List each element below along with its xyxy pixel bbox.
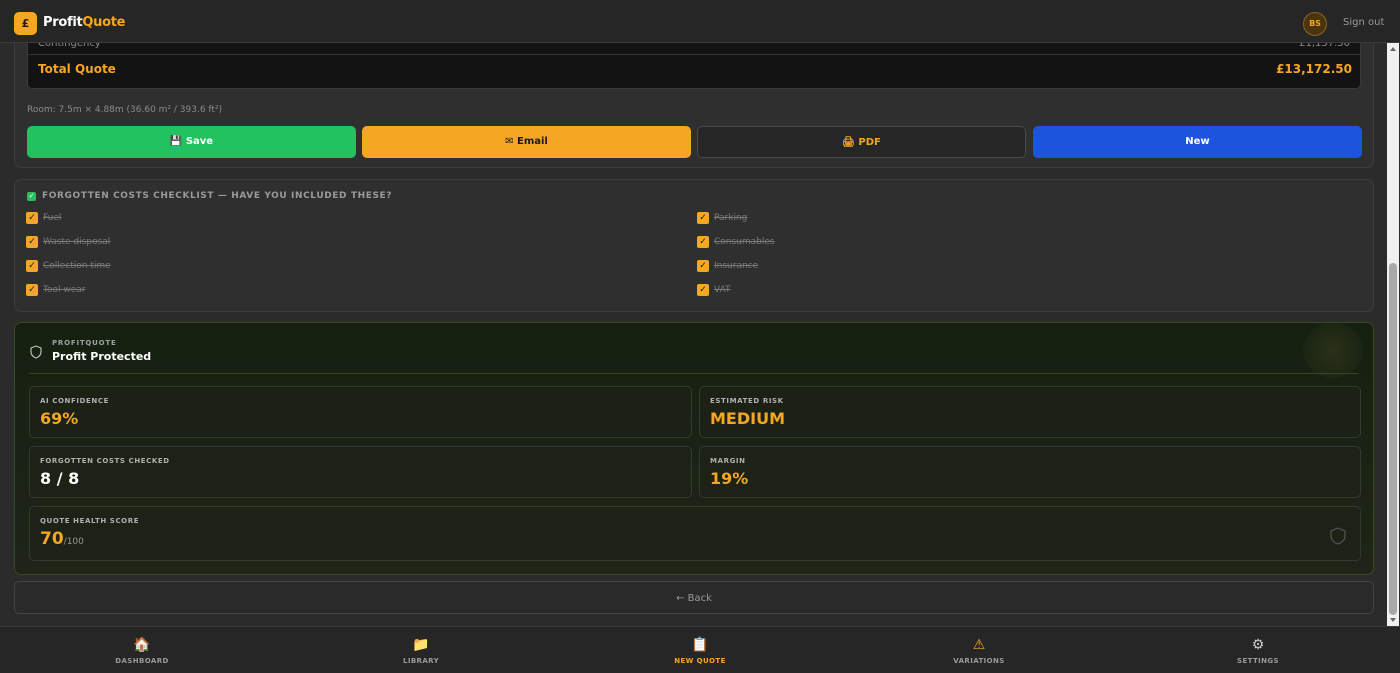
logo-text-accent: Quote [82, 15, 126, 30]
nav-item-new-quote[interactable]: 📋 NEW QUOTE [560, 627, 840, 673]
printer-icon: 🖨 [842, 137, 855, 148]
checklist-title: FORGOTTEN COSTS CHECKLIST — HAVE YOU INC… [42, 191, 393, 201]
metric-value: 69% [40, 409, 79, 428]
new-label: New [1185, 136, 1210, 147]
nav-item-dashboard[interactable]: 🏠 DASHBOARD [2, 627, 282, 673]
room-info: Room: 7.5m × 4.88m (36.60 m² / 393.6 ft²… [27, 105, 223, 115]
checkbox-checked-icon[interactable]: ✓ [26, 260, 38, 272]
sign-out-link[interactable]: Sign out [1343, 17, 1384, 28]
scroll-down-arrow-icon[interactable] [1390, 618, 1396, 622]
new-quote-button[interactable]: New [1033, 126, 1362, 158]
bottom-nav: 🏠 DASHBOARD 📁 LIBRARY 📋 NEW QUOTE ⚠ VARI… [0, 626, 1400, 673]
decorative-glow [1303, 323, 1363, 378]
app-logo[interactable]: ProfitQuote [43, 15, 125, 30]
nav-label: DASHBOARD [115, 657, 169, 665]
gear-icon: ⚙ [1251, 637, 1265, 653]
checkbox-checked-icon[interactable]: ✓ [697, 236, 709, 248]
quote-summary-card: Contingency £1,157.50 Total Quote £13,17… [14, 30, 1374, 168]
divider [28, 54, 1360, 55]
save-button[interactable]: 💾 Save [27, 126, 356, 158]
clipboard-icon: 📋 [691, 637, 709, 653]
back-button[interactable]: ← Back [14, 581, 1374, 614]
pdf-button[interactable]: 🖨 PDF [697, 126, 1026, 158]
profit-protected-card: PROFITQUOTE Profit Protected AI CONFIDEN… [14, 322, 1374, 575]
metric-label: FORGOTTEN COSTS CHECKED [40, 457, 170, 465]
nav-item-settings[interactable]: ⚙ SETTINGS [1118, 627, 1398, 673]
total-quote-label: Total Quote [38, 62, 116, 76]
house-icon: 🏠 [133, 637, 151, 653]
checklist-item-label: Collection time [43, 261, 111, 271]
nav-item-library[interactable]: 📁 LIBRARY [281, 627, 561, 673]
estimated-risk-metric: ESTIMATED RISK MEDIUM [699, 386, 1361, 438]
shield-icon [1330, 527, 1346, 545]
metric-value: 8 / 8 [40, 469, 80, 488]
pdf-label: PDF [858, 137, 881, 148]
nav-label: VARIATIONS [953, 657, 1005, 665]
logo-text-primary: Profit [43, 15, 83, 30]
scroll-up-arrow-icon[interactable] [1390, 47, 1396, 51]
warning-icon: ⚠ [972, 637, 986, 653]
save-icon: 💾 [169, 136, 183, 147]
health-score: 70/100 [40, 529, 84, 549]
margin-metric: MARGIN 19% [699, 446, 1361, 498]
metric-value: 19% [710, 469, 749, 488]
health-score-value: 70 [40, 529, 64, 549]
total-quote-value: £13,172.50 [1276, 62, 1352, 76]
checklist-item-label: VAT [714, 285, 731, 295]
checkbox-checked-icon[interactable]: ✓ [26, 212, 38, 224]
checklist-item-label: Waste disposal [43, 237, 111, 247]
checklist-item-label: Fuel [43, 213, 62, 223]
checkbox-checked-icon[interactable]: ✓ [26, 284, 38, 296]
forgotten-costs-metric: FORGOTTEN COSTS CHECKED 8 / 8 [29, 446, 692, 498]
metric-label: MARGIN [710, 457, 746, 465]
checkbox-checked-icon[interactable]: ✓ [697, 260, 709, 272]
metric-label: QUOTE HEALTH SCORE [40, 517, 140, 525]
nav-label: LIBRARY [402, 657, 440, 665]
metric-label: ESTIMATED RISK [710, 397, 784, 405]
nav-label: SETTINGS [1237, 657, 1279, 665]
forgotten-costs-checklist: ✓ FORGOTTEN COSTS CHECKLIST — HAVE YOU I… [14, 179, 1374, 312]
checklist-item-label: Parking [714, 213, 748, 223]
metric-value: MEDIUM [710, 409, 785, 428]
email-button[interactable]: ✉ Email [362, 126, 691, 158]
divider [29, 373, 1359, 374]
ai-confidence-metric: AI CONFIDENCE 69% [29, 386, 692, 438]
checkbox-checked-icon[interactable]: ✓ [697, 212, 709, 224]
checklist-item-label: Insurance [714, 261, 759, 271]
scroll-thumb[interactable] [1389, 263, 1397, 615]
shield-icon [30, 345, 42, 359]
email-icon: ✉ [505, 136, 514, 147]
health-score-max: /100 [63, 537, 84, 547]
email-label: Email [517, 136, 548, 147]
metric-label: AI CONFIDENCE [40, 397, 109, 405]
folder-icon: 📁 [412, 637, 430, 653]
checklist-item-label: Tool wear [43, 285, 86, 295]
checkbox-checked-icon[interactable]: ✓ [26, 236, 38, 248]
avatar[interactable]: BS [1303, 12, 1327, 36]
quote-health-score-metric: QUOTE HEALTH SCORE 70/100 [29, 506, 1361, 561]
scrollbar[interactable] [1387, 43, 1399, 626]
save-label: Save [185, 136, 214, 147]
checkbox-checked-icon[interactable]: ✓ [697, 284, 709, 296]
card-kicker: PROFITQUOTE [52, 339, 117, 347]
nav-item-variations[interactable]: ⚠ VARIATIONS [839, 627, 1119, 673]
check-icon: ✓ [27, 192, 36, 201]
card-title: Profit Protected [52, 350, 152, 363]
checklist-item-label: Consumables [714, 237, 775, 247]
logo-icon[interactable]: £ [14, 12, 37, 35]
nav-label: NEW QUOTE [674, 657, 726, 665]
top-bar: £ ProfitQuote BS Sign out [0, 0, 1400, 43]
